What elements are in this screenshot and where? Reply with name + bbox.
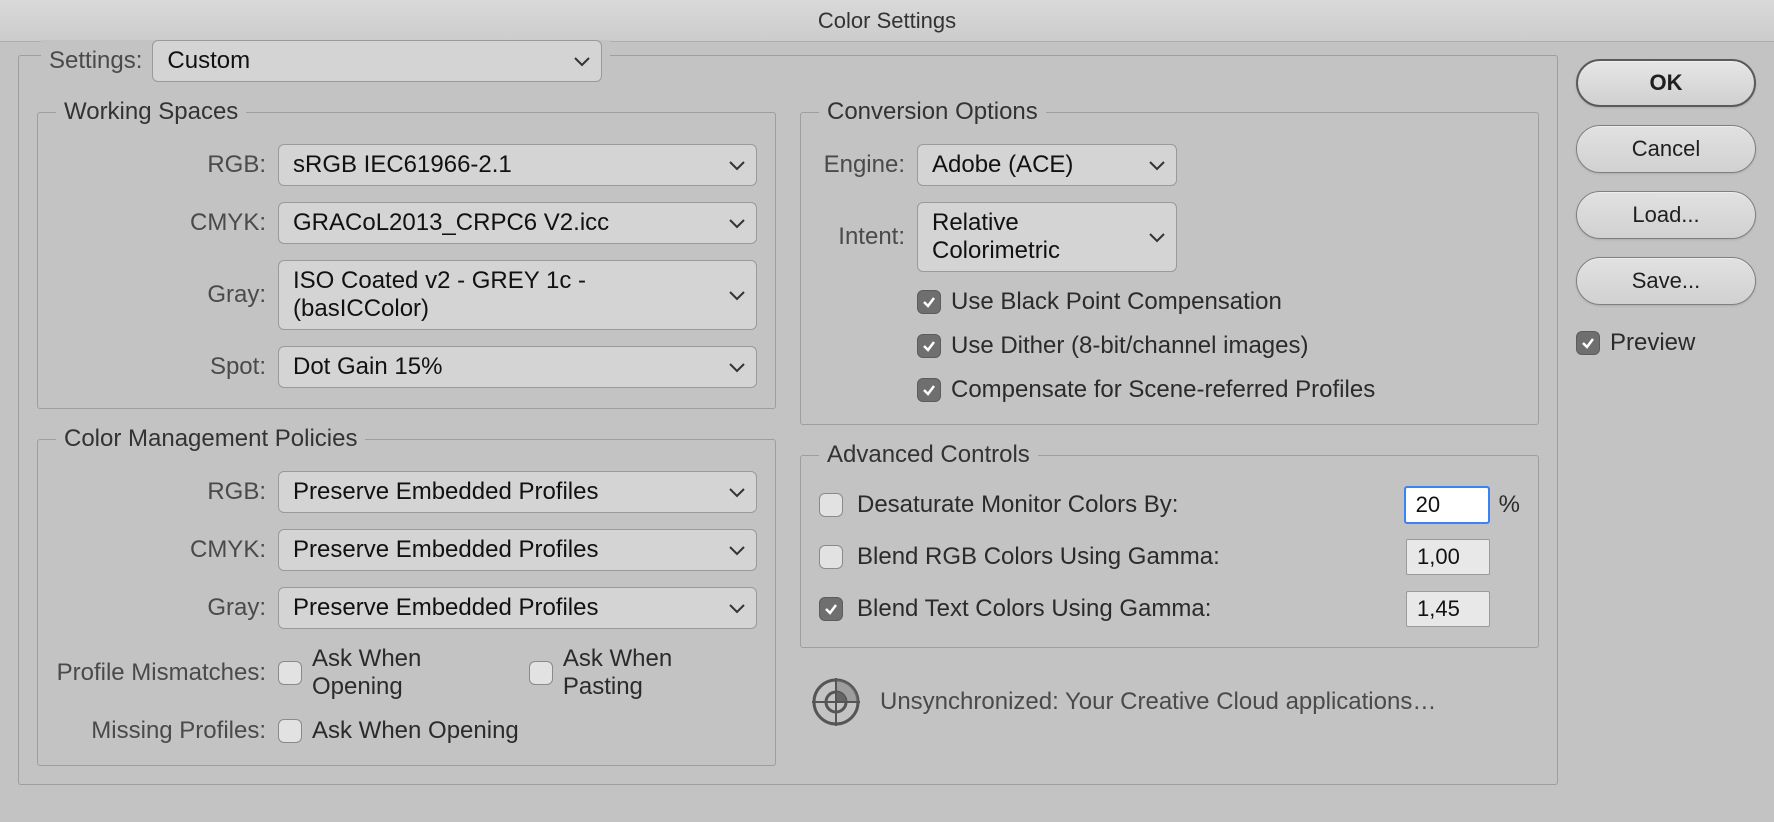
desat-checkbox[interactable] — [819, 493, 843, 517]
working-spaces-legend: Working Spaces — [56, 98, 246, 126]
conversion-legend: Conversion Options — [819, 98, 1046, 126]
ws-cmyk-value: GRACoL2013_CRPC6 V2.icc — [293, 209, 609, 237]
chevron-down-icon — [728, 289, 746, 301]
blend-text-input[interactable]: 1,45 — [1406, 591, 1490, 627]
chevron-down-icon — [728, 486, 746, 498]
window-title: Color Settings — [0, 0, 1774, 42]
desat-label: Desaturate Monitor Colors By: — [857, 491, 1178, 519]
ws-rgb-dropdown[interactable]: sRGB IEC61966-2.1 — [278, 144, 757, 186]
blend-rgb-input[interactable]: 1,00 — [1406, 539, 1490, 575]
chevron-down-icon — [728, 602, 746, 614]
blend-text-label: Blend Text Colors Using Gamma: — [857, 595, 1211, 623]
ws-gray-label: Gray: — [56, 281, 266, 309]
pol-mismatch-label: Profile Mismatches: — [56, 659, 266, 687]
pol-gray-label: Gray: — [56, 594, 266, 622]
blend-rgb-label: Blend RGB Colors Using Gamma: — [857, 543, 1220, 571]
pol-rgb-label: RGB: — [56, 478, 266, 506]
ws-gray-value: ISO Coated v2 - GREY 1c - (basICColor) — [293, 267, 718, 323]
ok-button[interactable]: OK — [1576, 59, 1756, 107]
ws-gray-dropdown[interactable]: ISO Coated v2 - GREY 1c - (basICColor) — [278, 260, 757, 330]
conversion-group: Conversion Options Engine: Adobe (ACE) — [800, 98, 1539, 425]
advanced-group: Advanced Controls Desaturate Monitor Col… — [800, 441, 1539, 648]
conv-engine-label: Engine: — [819, 151, 905, 179]
chevron-down-icon — [1148, 231, 1166, 243]
ws-spot-dropdown[interactable]: Dot Gain 15% — [278, 346, 757, 388]
chevron-down-icon — [728, 217, 746, 229]
conv-intent-dropdown[interactable]: Relative Colorimetric — [917, 202, 1177, 272]
settings-dropdown[interactable]: Custom — [152, 40, 602, 82]
pol-gray-dropdown[interactable]: Preserve Embedded Profiles — [278, 587, 757, 629]
desat-unit: % — [1499, 491, 1520, 519]
missing-open-checkbox[interactable] — [278, 719, 302, 743]
ws-spot-value: Dot Gain 15% — [293, 353, 442, 381]
chevron-down-icon — [573, 55, 591, 67]
missing-open-label: Ask When Opening — [312, 717, 519, 745]
preview-label: Preview — [1610, 329, 1695, 357]
policies-legend: Color Management Policies — [56, 425, 365, 453]
working-spaces-group: Working Spaces RGB: sRGB IEC61966-2.1 — [37, 98, 776, 409]
scene-checkbox[interactable] — [917, 378, 941, 402]
preview-checkbox[interactable] — [1576, 331, 1600, 355]
pol-gray-value: Preserve Embedded Profiles — [293, 594, 598, 622]
save-button[interactable]: Save... — [1576, 257, 1756, 305]
ws-rgb-label: RGB: — [56, 151, 266, 179]
blend-rgb-checkbox[interactable] — [819, 545, 843, 569]
conv-engine-dropdown[interactable]: Adobe (ACE) — [917, 144, 1177, 186]
chevron-down-icon — [728, 159, 746, 171]
mismatch-open-label: Ask When Opening — [312, 645, 487, 701]
pol-missing-label: Missing Profiles: — [56, 717, 266, 745]
load-button[interactable]: Load... — [1576, 191, 1756, 239]
ws-cmyk-label: CMYK: — [56, 209, 266, 237]
ws-spot-label: Spot: — [56, 353, 266, 381]
pol-rgb-dropdown[interactable]: Preserve Embedded Profiles — [278, 471, 757, 513]
chevron-down-icon — [1148, 159, 1166, 171]
advanced-legend: Advanced Controls — [819, 441, 1038, 469]
conv-intent-value: Relative Colorimetric — [932, 209, 1138, 265]
ws-cmyk-dropdown[interactable]: GRACoL2013_CRPC6 V2.icc — [278, 202, 757, 244]
policies-group: Color Management Policies RGB: Preserve … — [37, 425, 776, 766]
pol-cmyk-value: Preserve Embedded Profiles — [293, 536, 598, 564]
conv-intent-label: Intent: — [819, 223, 905, 251]
bpc-label: Use Black Point Compensation — [951, 288, 1282, 316]
bpc-checkbox[interactable] — [917, 290, 941, 314]
pol-cmyk-dropdown[interactable]: Preserve Embedded Profiles — [278, 529, 757, 571]
conv-engine-value: Adobe (ACE) — [932, 151, 1073, 179]
pol-cmyk-label: CMYK: — [56, 536, 266, 564]
blend-text-checkbox[interactable] — [819, 597, 843, 621]
desat-input[interactable]: 20 — [1405, 487, 1489, 523]
pol-rgb-value: Preserve Embedded Profiles — [293, 478, 598, 506]
dither-label: Use Dither (8-bit/channel images) — [951, 332, 1308, 360]
settings-value: Custom — [167, 47, 250, 75]
main-panel: Settings: Custom Working Spaces — [18, 55, 1558, 785]
sync-status-text: Unsynchronized: Your Creative Cloud appl… — [880, 688, 1436, 716]
sync-status-icon — [808, 674, 864, 730]
mismatch-paste-label: Ask When Pasting — [563, 645, 727, 701]
dither-checkbox[interactable] — [917, 334, 941, 358]
chevron-down-icon — [728, 544, 746, 556]
settings-label: Settings: — [49, 47, 142, 75]
scene-label: Compensate for Scene-referred Profiles — [951, 376, 1375, 404]
cancel-button[interactable]: Cancel — [1576, 125, 1756, 173]
mismatch-paste-checkbox[interactable] — [529, 661, 553, 685]
ws-rgb-value: sRGB IEC61966-2.1 — [293, 151, 512, 179]
chevron-down-icon — [728, 361, 746, 373]
mismatch-open-checkbox[interactable] — [278, 661, 302, 685]
